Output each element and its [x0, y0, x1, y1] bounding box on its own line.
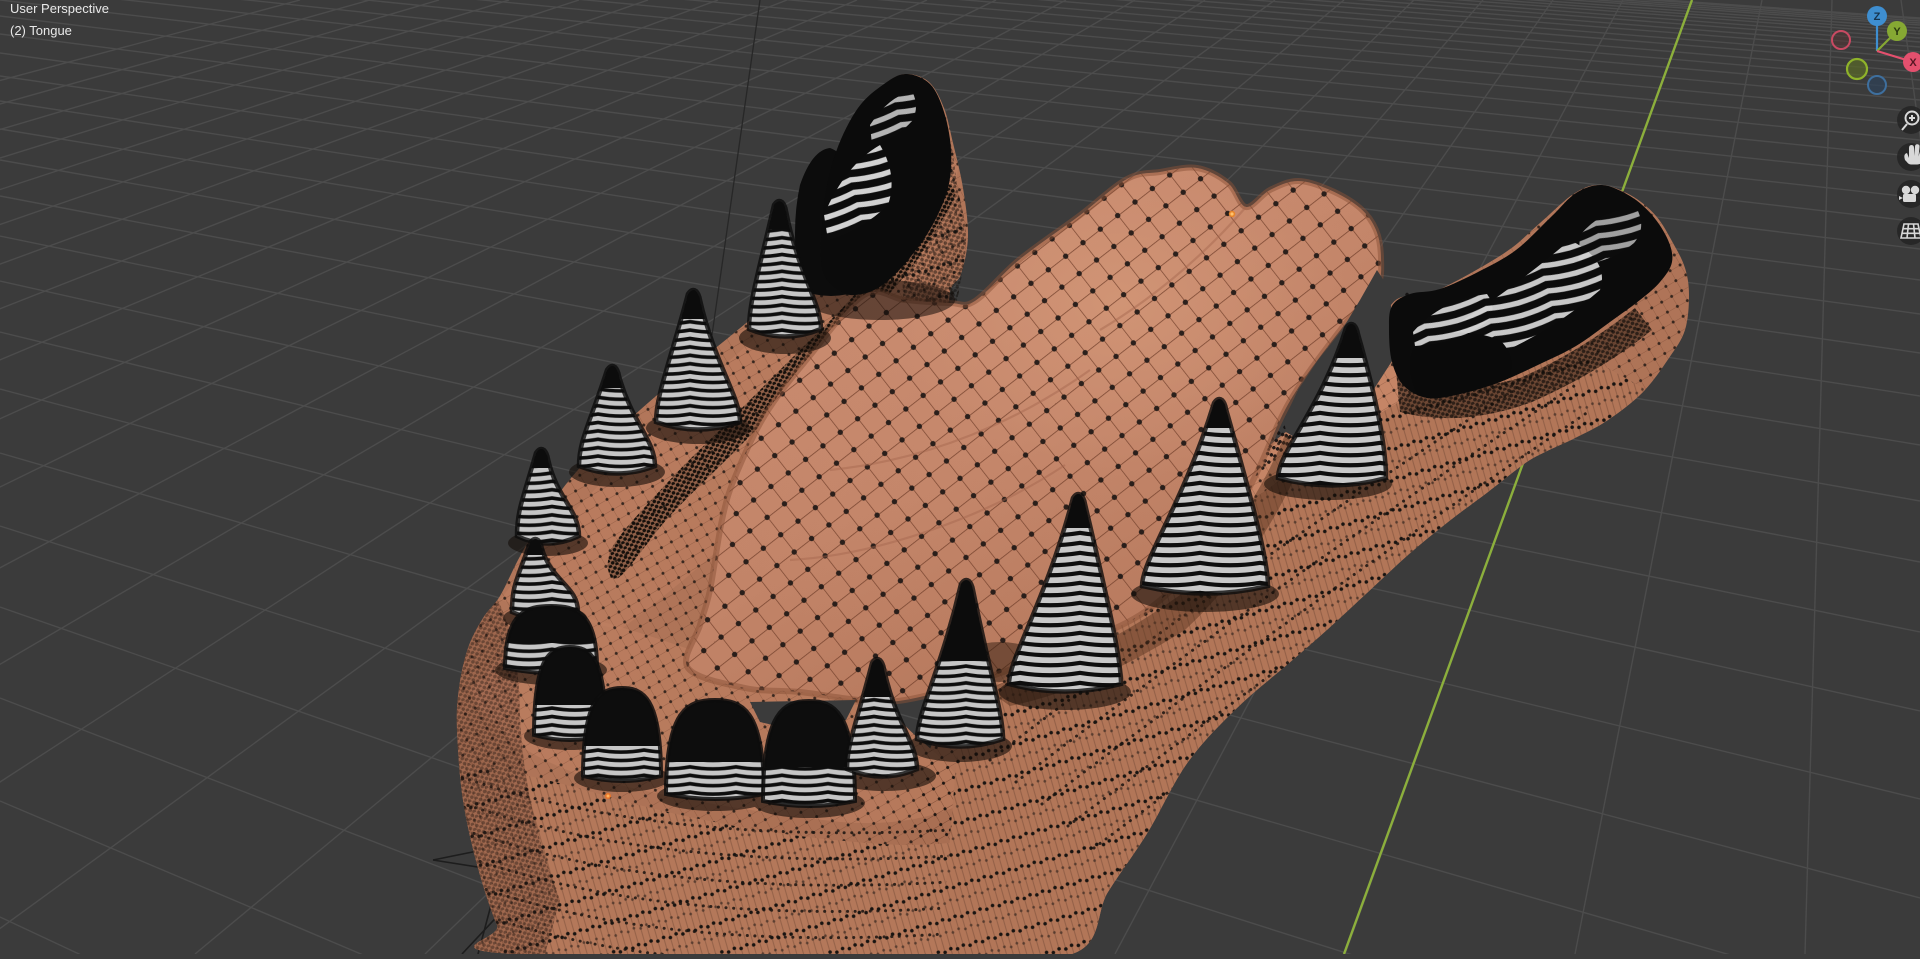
svg-text:Y: Y: [1893, 26, 1901, 38]
svg-text:(2) Tongue: (2) Tongue: [10, 23, 72, 38]
svg-text:X: X: [1909, 57, 1917, 69]
svg-text:Z: Z: [1874, 11, 1881, 23]
svg-text:User Perspective: User Perspective: [10, 1, 109, 16]
